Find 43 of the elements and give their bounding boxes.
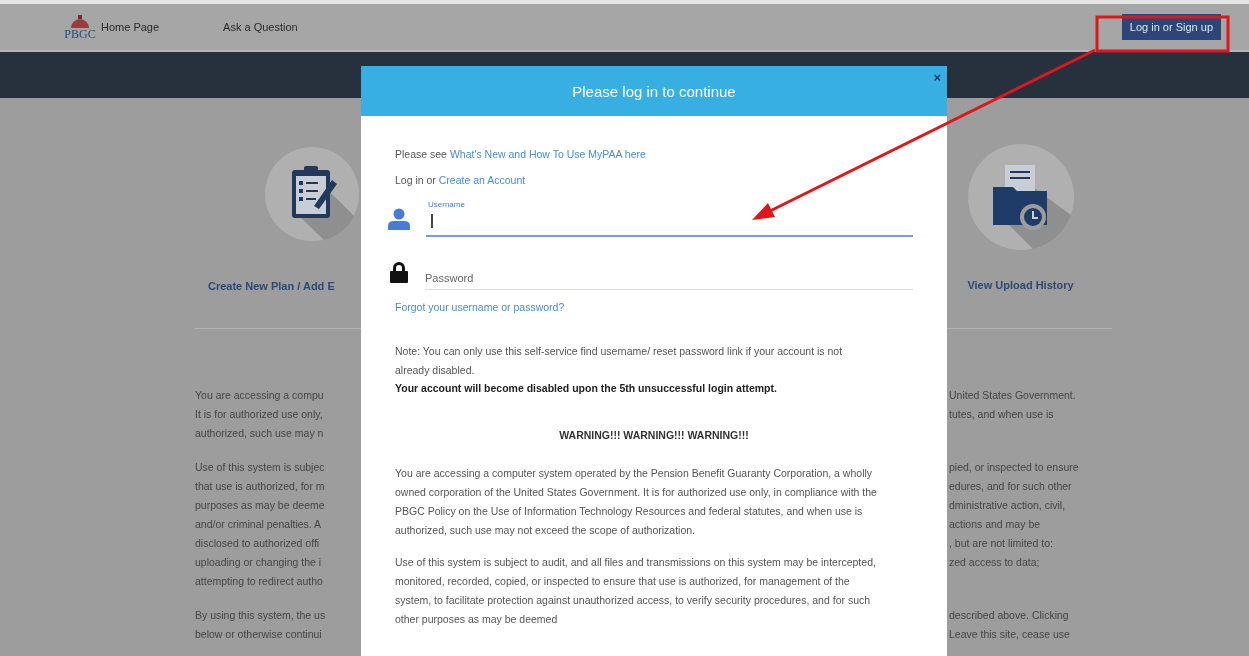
notice-text: attempting to redirect autho <box>195 574 324 589</box>
notice-text: pied, or inspected to ensure <box>949 460 1079 475</box>
notice-text: zed access to data; <box>949 555 1040 570</box>
notice-text: You are accessing a compu <box>195 388 325 403</box>
dialog-title: Please log in to continue <box>572 82 736 100</box>
tile-link[interactable]: View Upload History <box>967 279 1074 291</box>
notice-text: By using this system, the us <box>195 608 327 623</box>
warning-title: WARNING!!! WARNING!!! WARNING!!! <box>558 429 750 441</box>
warning-note: Your account will become disabled upon the 5th unsuccessful login attempt. <box>395 381 778 396</box>
notice-text: Use of this system is subjec <box>195 460 326 475</box>
folder-clock-icon[interactable] <box>966 143 1075 251</box>
forgot-link[interactable]: Forgot your username or password? <box>395 301 565 313</box>
notice-text: purposes as may be deeme <box>195 498 326 513</box>
clipboard-icon[interactable] <box>264 146 360 244</box>
user-icon <box>388 208 410 230</box>
notice-text: below or otherwise continui <box>195 627 323 642</box>
link[interactable]: What's New and How To Use MyPAA here <box>449 148 646 160</box>
intro-text: Log in or Create an Account <box>395 174 527 187</box>
close-button[interactable]: × <box>933 71 941 84</box>
nav-link[interactable]: Ask a Question <box>223 21 298 33</box>
warning-text: Use of this system is subject to audit, and all files and transmissions on this system may be intercepted, monitored, recorded, copied, or inspected to ensure that use is authorized, for management of the system, to facilitate protection against unauthorized access, to verify security procedures, and for such other purposes as may be deemed <box>395 555 877 627</box>
notice-text: tutes, and when use is <box>949 407 1054 422</box>
link[interactable]: Create an Account <box>438 174 526 186</box>
notice-text: United States Government. <box>949 388 1076 403</box>
intro-text: Please see What's New and How To Use MyPAA here <box>395 148 647 161</box>
notice-text: actions and may be <box>949 517 1041 532</box>
warning-text: You are accessing a computer system operated by the Pension Benefit Guaranty Corporation, a wholly owned corporation of the United States Government. It is for authorized use only, in compliance with the PBGC Policy on the Use of Information Technology Resources and federal statutes, and when use is authorized, such use may not exceed the scope of authorization. <box>395 466 878 538</box>
notice-text: Leave this site, cease use <box>949 627 1070 642</box>
notice-text: edures, and for such other <box>949 479 1072 494</box>
notice-text: and/or criminal penalties. A <box>195 517 323 532</box>
notice-text: authorized, such use may n <box>195 426 325 441</box>
note-text: Note: You can only use this self-service find username/ reset password link if your account is not already disabled. <box>395 344 844 378</box>
notice-text: It is for authorized use only, <box>195 407 324 422</box>
notice-text: described above. Clicking <box>949 608 1069 623</box>
nav-link[interactable]: Home Page <box>101 21 160 33</box>
notice-text: dministrative action, civil, <box>949 498 1066 513</box>
logo-text[interactable]: PBGC <box>64 27 96 40</box>
notice-text: , but are not limited to: <box>949 536 1053 551</box>
lock-icon <box>390 262 408 283</box>
logo-icon <box>69 14 91 28</box>
notice-text: disclosed to authorized offi <box>195 536 321 551</box>
password-field[interactable]: Password <box>425 257 913 290</box>
notice-text: that use is authorized, for m <box>195 479 326 494</box>
